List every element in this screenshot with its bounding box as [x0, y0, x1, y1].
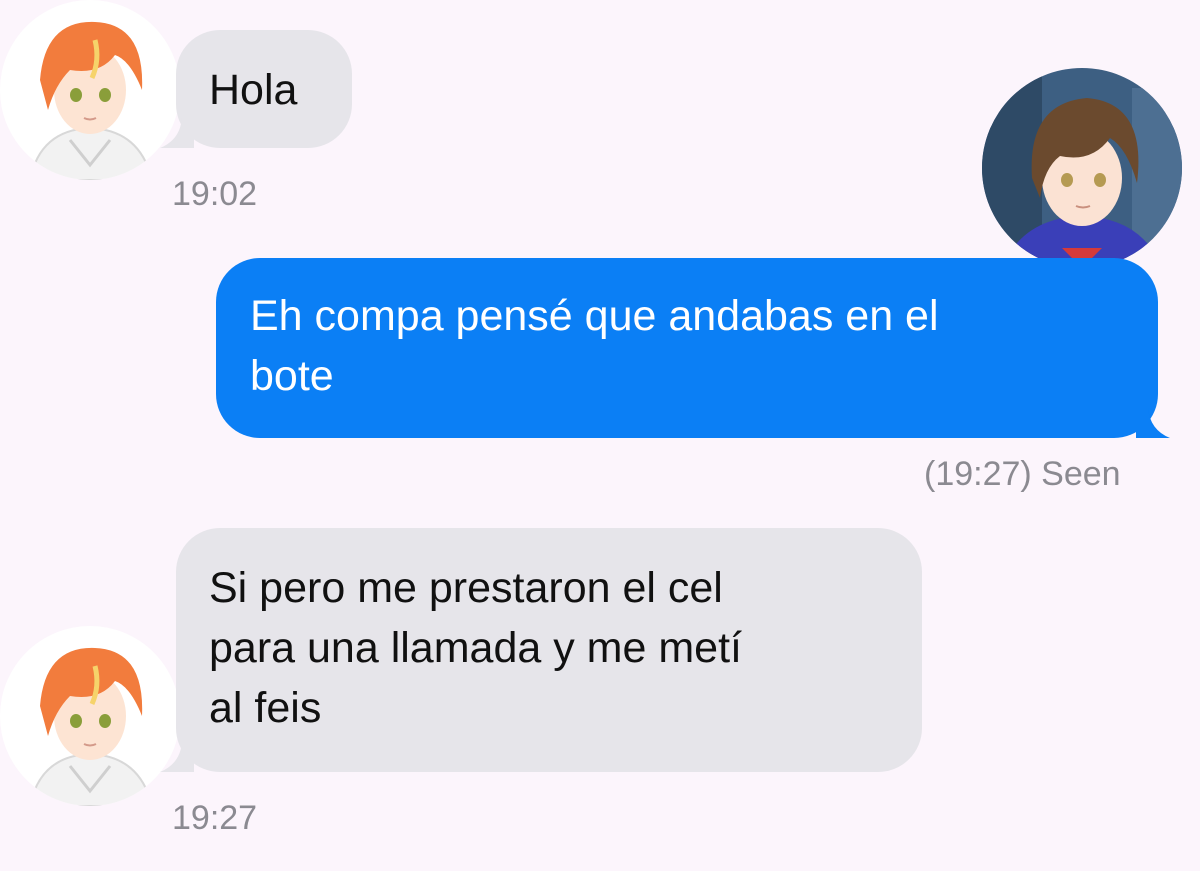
- self-avatar[interactable]: [982, 68, 1182, 268]
- bubble-tail: [1136, 408, 1170, 438]
- incoming-message-bubble[interactable]: Hola: [176, 30, 352, 148]
- message-text: Si pero me prestaron el cel para una lla…: [209, 564, 742, 732]
- contact-avatar[interactable]: [0, 0, 180, 180]
- outgoing-message-bubble[interactable]: Eh compa pensé que andabas en el bote: [216, 258, 1158, 438]
- bubble-tail: [160, 742, 194, 772]
- message-text: Hola: [209, 66, 298, 114]
- incoming-message-bubble[interactable]: Si pero me prestaron el cel para una lla…: [176, 528, 922, 772]
- brown-haired-anime-character-avatar-icon: [982, 68, 1182, 268]
- contact-avatar[interactable]: [0, 626, 180, 806]
- message-timestamp: 19:02: [172, 175, 258, 213]
- message-text: Eh compa pensé que andabas en el bote: [250, 292, 939, 400]
- message-timestamp: 19:27: [172, 799, 258, 837]
- orange-haired-anime-character-avatar-icon: [0, 626, 180, 806]
- message-status: (19:27) Seen: [924, 455, 1121, 493]
- bubble-tail: [160, 118, 194, 148]
- orange-haired-anime-character-avatar-icon: [0, 0, 180, 180]
